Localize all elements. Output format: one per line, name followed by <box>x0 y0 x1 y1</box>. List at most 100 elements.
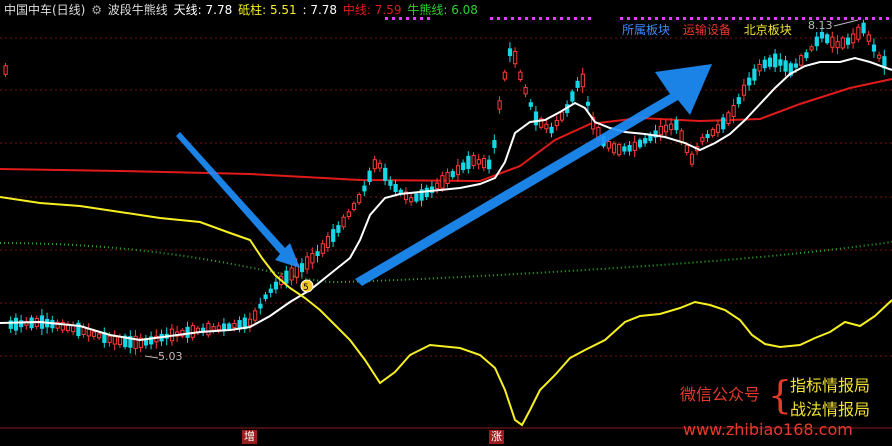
watermark-url[interactable]: www.zhibiao168.com <box>683 420 853 439</box>
candlesticks <box>3 19 887 355</box>
tag-zhang: 涨 <box>489 430 504 444</box>
candle-body <box>455 165 461 176</box>
candle-body <box>435 182 440 189</box>
candle-body <box>731 105 736 117</box>
candle-body <box>627 144 632 152</box>
candle-body <box>481 158 487 169</box>
candle-body <box>206 322 211 336</box>
signal-dot <box>581 17 584 20</box>
signal-dot <box>518 17 521 20</box>
signal-dot <box>532 17 535 20</box>
indicator-name[interactable]: 波段牛熊线 <box>108 3 168 17</box>
stock-label[interactable]: 中国中车(日线) <box>4 3 85 17</box>
signal-dot <box>788 17 791 20</box>
candle-body <box>362 185 367 192</box>
signal-dot <box>844 17 847 20</box>
chart-header: 中国中车(日线) ⚙ 波段牛熊线 天线: 7.78 砥柱: 5.51 : 7.7… <box>4 2 480 18</box>
candle-body <box>263 294 268 300</box>
watermark-indicator: 指标情报局 <box>790 376 871 395</box>
candle-body <box>684 144 689 153</box>
candle-body <box>97 333 102 339</box>
mid-line <box>0 78 892 183</box>
gear-icon[interactable]: ⚙ <box>91 3 102 17</box>
signal-dot <box>760 17 763 20</box>
signal-dot <box>858 17 861 20</box>
price-chart[interactable]: 5 <box>0 0 892 446</box>
signal-dot <box>669 17 672 20</box>
candle-body <box>840 37 845 49</box>
candle-body <box>606 140 611 149</box>
signal-dot <box>648 17 651 20</box>
signal-dot <box>676 17 679 20</box>
sector-tag-industry[interactable]: 所属板块 <box>622 23 670 37</box>
signal-dot <box>865 17 868 20</box>
signal-dot <box>753 17 756 20</box>
candle-body <box>414 193 419 202</box>
candle-body <box>518 71 523 81</box>
candle-body <box>497 100 502 110</box>
svg-text:5: 5 <box>303 283 309 293</box>
candle-body <box>726 112 731 125</box>
candle-body <box>575 80 580 88</box>
signal-dot <box>767 17 770 20</box>
candle-body <box>492 140 497 148</box>
candle-body <box>866 34 871 42</box>
candle-body <box>357 194 362 204</box>
candle-body <box>351 202 357 210</box>
signal-dot <box>655 17 658 20</box>
signal-dot <box>739 17 742 20</box>
candle-body <box>549 126 554 134</box>
signal-dot <box>795 17 798 20</box>
candle-body <box>622 146 627 152</box>
candle-body <box>767 57 773 67</box>
sector-tag-beijing[interactable]: 北京板块 <box>744 23 792 37</box>
candle-body <box>227 323 232 330</box>
candle-body <box>835 41 840 49</box>
candle-body <box>554 119 559 127</box>
signal-dot <box>704 17 707 20</box>
signal-dot <box>851 17 854 20</box>
signal-dot <box>574 17 577 20</box>
candle-body <box>773 53 778 68</box>
candle-body <box>757 63 762 72</box>
candle-body <box>440 175 445 189</box>
candle-body <box>752 68 757 81</box>
candle-body <box>705 133 710 139</box>
candle-body <box>736 97 741 105</box>
signal-dot <box>886 17 889 20</box>
candle-body <box>346 211 351 218</box>
candle-body <box>585 101 591 106</box>
sector-tags: 所属板块 运输设备 北京板块 <box>622 21 801 38</box>
sector-tag-transport[interactable]: 运输设备 <box>683 23 731 37</box>
candle-body <box>190 325 195 338</box>
candle-body <box>632 141 637 151</box>
candle-body <box>809 46 814 51</box>
candle-body <box>674 119 679 131</box>
candle-body <box>91 331 97 337</box>
candle-body <box>851 33 856 44</box>
signal-dot <box>553 17 556 20</box>
candle-body <box>523 86 528 95</box>
candle-body <box>643 138 648 144</box>
niuxiong-label: 牛熊线: <box>407 3 448 17</box>
candle-body <box>409 197 414 203</box>
candle-body <box>372 159 377 170</box>
niuxiong-value: 6.08 <box>451 3 478 17</box>
candle-body <box>762 59 767 69</box>
candle-body <box>747 77 752 86</box>
candle-body <box>830 36 835 48</box>
candle-body <box>856 26 861 40</box>
candle-body <box>336 225 341 233</box>
candle-body <box>273 281 279 290</box>
bull-bear-line <box>0 241 892 284</box>
signal-dot <box>711 17 714 20</box>
candle-body <box>799 55 804 66</box>
candle-body <box>445 171 450 185</box>
candle-body <box>783 60 788 72</box>
candle-body <box>710 128 715 137</box>
signal-dot <box>683 17 686 20</box>
signal-dot <box>879 17 882 20</box>
candle-body <box>388 180 393 186</box>
watermark-brace: { <box>768 373 793 417</box>
candle-body <box>825 34 830 44</box>
